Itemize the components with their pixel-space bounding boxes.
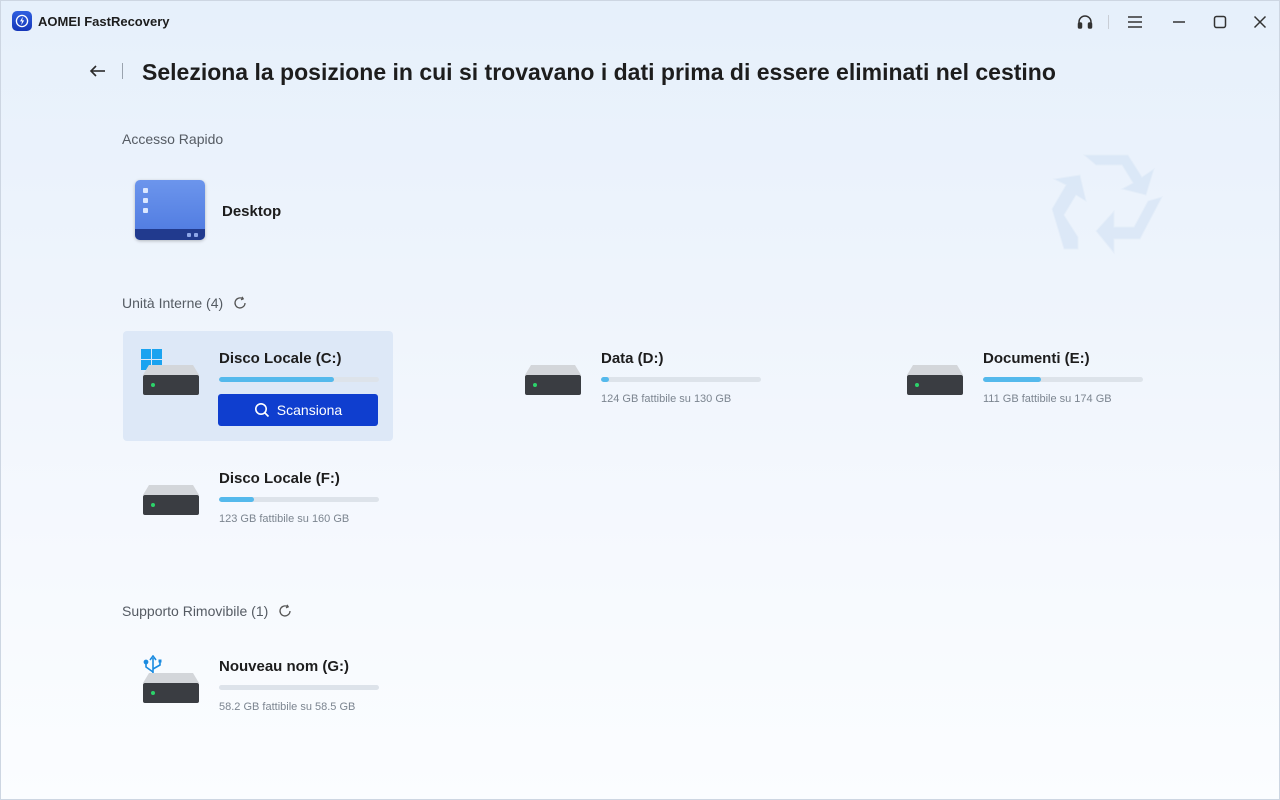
drive-card-g[interactable]: Nouveau nom (G:) 58.2 GB fattibile su 58… (123, 639, 393, 749)
close-icon[interactable] (1246, 9, 1274, 35)
header-divider (122, 63, 123, 79)
quick-access-label-text: Accesso Rapido (122, 131, 224, 147)
hard-drive-icon (907, 365, 963, 395)
drive-usage-bar (219, 685, 379, 690)
title-bar: AOMEI FastRecovery (1, 1, 1280, 43)
removable-drives-label-text: Supporto Rimovibile (1) (122, 603, 269, 619)
drive-usage-fill (219, 497, 255, 502)
drive-card-f[interactable]: Disco Locale (F:) 123 GB fattibile su 16… (123, 451, 393, 561)
scan-button-label: Scansiona (276, 402, 343, 418)
refresh-removable-icon[interactable] (278, 604, 292, 618)
removable-drives-label: Supporto Rimovibile (1) (122, 603, 292, 619)
internal-drives-label-text: Unità Interne (4) (122, 295, 224, 311)
maximize-icon[interactable] (1206, 9, 1234, 35)
drive-name: Documenti (E:) (983, 350, 1090, 367)
support-headset-icon[interactable] (1071, 9, 1099, 35)
drive-name: Disco Locale (C:) (219, 350, 342, 367)
scan-button[interactable]: Scansiona (218, 394, 378, 426)
desktop-label: Desktop (222, 203, 282, 220)
drive-usage-bar (219, 377, 379, 382)
minimize-icon[interactable] (1165, 9, 1193, 35)
drive-card-e[interactable]: Documenti (E:) 111 GB fattibile su 174 G… (887, 331, 1157, 441)
hard-drive-icon (143, 673, 199, 703)
drive-usage-fill (983, 377, 1041, 382)
quick-access-desktop[interactable]: Desktop (131, 176, 321, 246)
search-icon (254, 403, 269, 418)
drive-usage-bar (983, 377, 1143, 382)
drive-capacity: 111 GB fattibile su 174 GB (983, 393, 1112, 405)
desktop-icon (135, 180, 205, 240)
drive-usage-bar (219, 497, 379, 502)
recycle-watermark-icon (1044, 149, 1169, 264)
drive-card-d[interactable]: Data (D:) 124 GB fattibile su 130 GB (505, 331, 775, 441)
titlebar-divider (1108, 15, 1109, 29)
drive-card-c[interactable]: Disco Locale (C:) Scansiona (123, 331, 393, 441)
app-logo-icon (12, 11, 32, 31)
drive-capacity: 124 GB fattibile su 130 GB (601, 393, 732, 405)
drive-capacity: 58.2 GB fattibile su 58.5 GB (219, 701, 356, 713)
app-title: AOMEI FastRecovery (38, 14, 170, 29)
hard-drive-icon (143, 365, 199, 395)
hard-drive-icon (143, 485, 199, 515)
page-title: Seleziona la posizione in cui si trovava… (142, 59, 1056, 85)
hard-drive-icon (525, 365, 581, 395)
quick-access-label: Accesso Rapido (122, 131, 223, 147)
drive-capacity: 123 GB fattibile su 160 GB (219, 513, 350, 525)
drive-usage-fill (219, 377, 335, 382)
drive-name: Data (D:) (601, 350, 664, 367)
menu-icon[interactable] (1121, 9, 1149, 35)
drive-usage-bar (601, 377, 761, 382)
app-window: AOMEI FastRecovery Seleziona la posizion… (0, 0, 1280, 800)
back-arrow-icon[interactable] (85, 57, 111, 85)
drive-name: Nouveau nom (G:) (219, 658, 349, 675)
refresh-internal-icon[interactable] (233, 296, 247, 310)
internal-drives-label: Unità Interne (4) (122, 295, 247, 311)
drive-name: Disco Locale (F:) (219, 470, 340, 487)
drive-usage-fill (601, 377, 609, 382)
